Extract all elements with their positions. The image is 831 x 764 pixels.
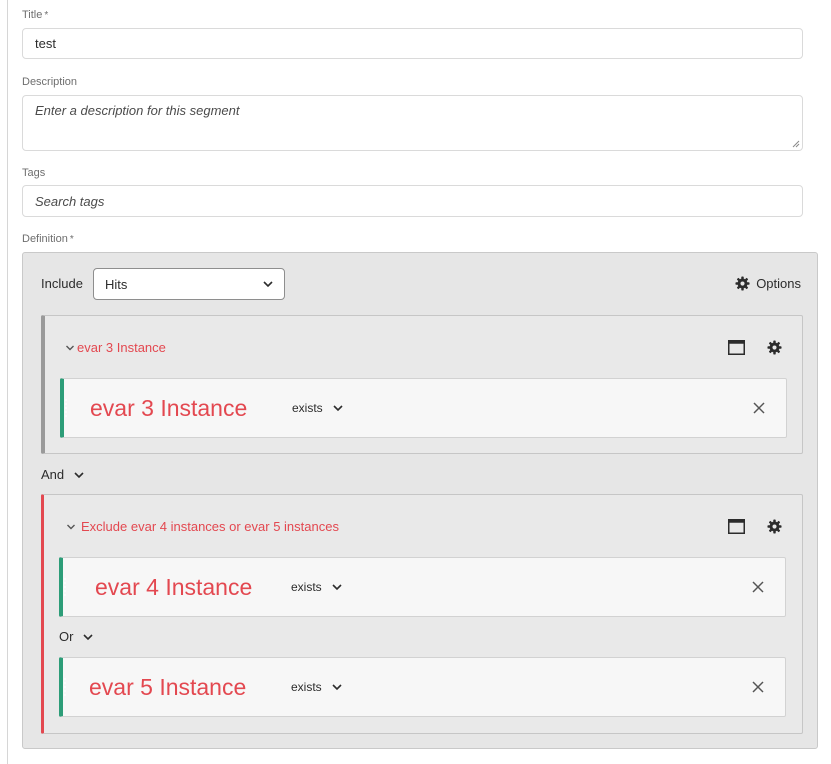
container-title[interactable]: evar 3 Instance	[65, 340, 166, 355]
title-input[interactable]: test	[22, 28, 803, 59]
rule-dimension-name: evar 3 Instance	[90, 395, 248, 421]
required-mark: *	[69, 234, 74, 245]
container-tools	[728, 519, 782, 534]
rule-row[interactable]: evar 5 Instance exists	[59, 657, 786, 717]
container-evar3: evar 3 Instance evar 3 Instance exists	[41, 315, 803, 454]
drag-handle-icon[interactable]	[65, 399, 67, 417]
description-textarea[interactable]: Enter a description for this segment	[22, 95, 803, 151]
chevron-down-icon	[263, 281, 273, 288]
container-title-text: evar 3 Instance	[77, 340, 166, 355]
resize-grip-icon[interactable]	[792, 140, 800, 148]
close-icon[interactable]	[751, 580, 765, 594]
chevron-down-icon	[74, 471, 84, 478]
definition-canvas: Include Hits Options evar 3 Instance eva…	[22, 252, 818, 749]
title-input-value: test	[35, 36, 56, 51]
panel-icon[interactable]	[728, 519, 745, 534]
required-mark: *	[44, 10, 49, 21]
chevron-down-icon	[332, 584, 342, 591]
options-button[interactable]: Options	[735, 276, 801, 291]
operator-dropdown[interactable]: exists	[292, 401, 344, 415]
operator-value: exists	[291, 580, 322, 594]
tags-placeholder: Search tags	[35, 193, 105, 209]
tags-label: Tags	[22, 167, 46, 179]
operator-value: exists	[291, 680, 322, 694]
operator-dropdown[interactable]: exists	[291, 680, 343, 694]
rule-dimension-name: evar 4 Instance	[95, 574, 253, 600]
and-label: And	[41, 467, 65, 482]
tags-search-input[interactable]: Search tags	[22, 185, 803, 217]
chevron-down-icon	[333, 405, 343, 412]
rule-row[interactable]: evar 4 Instance exists	[59, 557, 786, 617]
close-icon[interactable]	[752, 401, 766, 415]
options-label: Options	[756, 276, 801, 291]
gear-icon	[735, 276, 750, 291]
page-left-border	[7, 0, 8, 764]
gear-icon[interactable]	[767, 519, 782, 534]
title-label-text: Title	[22, 9, 43, 21]
drag-handle-icon[interactable]	[64, 578, 66, 596]
container-exclude-evar4-evar5: Exclude evar 4 instances or evar 5 insta…	[41, 494, 803, 734]
title-label: Title *	[22, 9, 48, 21]
or-operator-dropdown[interactable]: Or	[59, 629, 94, 644]
include-label: Include	[41, 276, 83, 291]
and-operator-dropdown[interactable]: And	[41, 467, 85, 482]
definition-label: Definition *	[22, 233, 74, 245]
rule-row[interactable]: evar 3 Instance exists	[60, 378, 787, 438]
chevron-down-icon[interactable]	[66, 523, 76, 531]
operator-dropdown[interactable]: exists	[291, 580, 343, 594]
container-title[interactable]: Exclude evar 4 instances or evar 5 insta…	[66, 519, 339, 534]
container-title-text: Exclude evar 4 instances or evar 5 insta…	[81, 519, 339, 534]
description-placeholder: Enter a description for this segment	[35, 103, 240, 118]
container-tools	[728, 340, 782, 355]
rule-dimension-name: evar 5 Instance	[89, 674, 247, 700]
scope-dropdown-value: Hits	[105, 276, 128, 292]
operator-value: exists	[292, 401, 323, 415]
gear-icon[interactable]	[767, 340, 782, 355]
description-label: Description	[22, 76, 78, 88]
chevron-down-icon	[83, 633, 94, 640]
drag-handle-icon[interactable]	[64, 678, 66, 696]
definition-label-text: Definition	[22, 233, 68, 245]
panel-icon[interactable]	[728, 340, 745, 355]
or-label: Or	[59, 629, 74, 644]
chevron-down-icon[interactable]	[65, 344, 75, 352]
chevron-down-icon	[332, 684, 342, 691]
close-icon[interactable]	[751, 680, 765, 694]
scope-dropdown[interactable]: Hits	[93, 268, 285, 300]
